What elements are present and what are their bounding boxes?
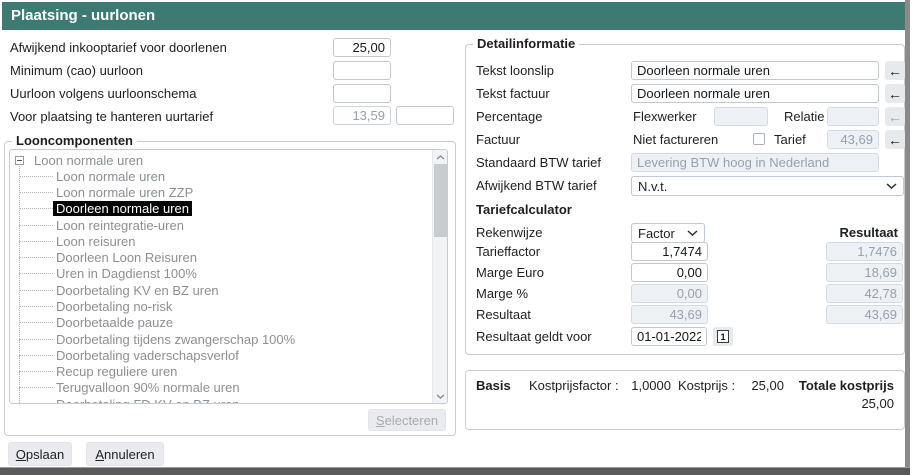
- tree-item[interactable]: Doorbetaling no-risk: [10, 298, 431, 314]
- relatie-input: [827, 107, 879, 126]
- tree-item[interactable]: Doorbetaling FD KV en BZ uren: [10, 396, 431, 404]
- minimum-cao-uurloon-label: Minimum (cao) uurloon: [10, 63, 143, 78]
- percentage-label: Percentage: [476, 109, 543, 124]
- detailinformatie-legend: Detailinformatie: [473, 36, 579, 51]
- opslaan-button[interactable]: Opslaan: [8, 442, 72, 466]
- resultaat-label: Resultaat: [476, 307, 531, 322]
- tree-item[interactable]: Doorbetaalde pauze: [10, 315, 431, 331]
- afwijkend-inkooptarief-label: Afwijkend inkooptarief voor doorlenen: [10, 40, 227, 55]
- hanteren-uurtarief-label: Voor plaatsing te hanteren uurtarief: [10, 109, 213, 124]
- kostprijs-label: Kostprijs :: [678, 378, 735, 393]
- scroll-down-icon[interactable]: [433, 389, 448, 403]
- tarieffactor-input[interactable]: [631, 242, 708, 261]
- standaard-btw-label: Standaard BTW tarief: [476, 155, 601, 170]
- kostprijsfactor-value: 1,0000: [616, 378, 671, 393]
- marge-pct-label: Marge %: [476, 286, 528, 301]
- marge-euro-result: [826, 263, 903, 282]
- marge-pct-result: [826, 284, 903, 303]
- arrow-left-icon: ←: [888, 63, 902, 79]
- totale-kostprijs-value: 25,00: [861, 396, 894, 411]
- chevron-down-icon: [886, 183, 897, 189]
- tree-item[interactable]: Doorbetaling vaderschapsverlof: [10, 347, 431, 363]
- marge-euro-input[interactable]: [631, 263, 708, 282]
- window-title-bar: Plaatsing - uurlonen: [2, 2, 905, 30]
- tree-item[interactable]: Loon normale uren: [10, 168, 431, 184]
- tree-item[interactable]: Loon reisuren: [10, 233, 431, 249]
- tree-item[interactable]: Doorbetaling tijdens zwangerschap 100%: [10, 331, 431, 347]
- resultaat-column-header: Resultaat: [826, 225, 898, 240]
- minus-expander-icon[interactable]: [15, 156, 24, 165]
- resultaat-result: [826, 305, 903, 324]
- annuleren-button[interactable]: Annuleren: [86, 442, 164, 466]
- tree-item[interactable]: Loon reintegratie-uren: [10, 217, 431, 233]
- basis-label: Basis: [476, 378, 511, 393]
- tariefcalculator-heading: Tariefcalculator: [476, 202, 572, 217]
- scrollbar-thumb[interactable]: [434, 164, 447, 237]
- afwijkend-btw-select[interactable]: N.v.t.: [631, 176, 904, 196]
- detailinformatie-groupbox: Detailinformatie Tekst loonslip ← Tekst …: [465, 44, 905, 355]
- resultaat-input: [631, 305, 708, 324]
- scroll-up-icon[interactable]: [433, 150, 448, 164]
- tree-item[interactable]: Terugvalloon 90% normale uren: [10, 380, 431, 396]
- copy-left-arrow-button-percentage: ←: [885, 107, 905, 126]
- rekenwijze-label: Rekenwijze: [476, 225, 542, 240]
- window-frame-right: [905, 0, 910, 467]
- marge-euro-label: Marge Euro: [476, 265, 544, 280]
- totale-kostprijs-label: Totale kostprijs: [799, 378, 894, 393]
- tarief-input: [827, 130, 879, 149]
- arrow-left-icon: ←: [888, 109, 902, 125]
- tarief-label: Tarief: [774, 132, 806, 147]
- tree-item[interactable]: Doorleen Loon Reisuren: [10, 250, 431, 266]
- tarieffactor-result: [826, 242, 903, 261]
- flexwerker-input: [714, 107, 768, 126]
- tekst-factuur-input[interactable]: [631, 84, 879, 103]
- copy-left-arrow-button-loonslip[interactable]: ←: [885, 61, 905, 80]
- kostprijs-value: 25,00: [736, 378, 784, 393]
- tree-item[interactable]: Recup reguliere uren: [10, 363, 431, 379]
- arrow-left-icon: ←: [888, 86, 902, 102]
- looncomponenten-listbox[interactable]: Loon normale uren Loon normale uren Loon…: [9, 149, 448, 404]
- standaard-btw-input: [631, 153, 879, 172]
- tarieffactor-label: Tarieffactor: [476, 244, 540, 259]
- looncomponenten-legend: Looncomponenten: [12, 133, 137, 148]
- marge-pct-input: [631, 284, 708, 303]
- hanteren-uurtarief-override-input[interactable]: [396, 106, 454, 125]
- kostprijs-summary-box: Basis Kostprijsfactor : 1,0000 Kostprijs…: [465, 370, 905, 430]
- looncomponenten-tree: Loon normale uren Loon normale uren Loon…: [10, 152, 431, 404]
- calendar-button[interactable]: 1: [713, 327, 733, 346]
- tree-item[interactable]: Loon normale uren ZZP: [10, 185, 431, 201]
- rekenwijze-select[interactable]: Factor: [631, 223, 705, 243]
- tekst-loonslip-label: Tekst loonslip: [476, 63, 554, 78]
- hanteren-uurtarief-input: [333, 106, 391, 125]
- uurloon-uurloonschema-label: Uurloon volgens uurloonschema: [10, 86, 196, 101]
- tree-item-selected[interactable]: Doorleen normale uren: [10, 201, 431, 217]
- kostprijsfactor-label: Kostprijsfactor :: [529, 378, 619, 393]
- afwijkend-inkooptarief-input[interactable]: [333, 38, 391, 57]
- factuur-label: Factuur: [476, 132, 520, 147]
- tekst-loonslip-input[interactable]: [631, 61, 879, 80]
- copy-left-arrow-button-factuur[interactable]: ←: [885, 84, 905, 103]
- relatie-label: Relatie: [784, 109, 824, 124]
- tree-scrollbar[interactable]: [432, 150, 447, 403]
- tekst-factuur-label: Tekst factuur: [476, 86, 550, 101]
- window-frame-bottom: [0, 467, 910, 475]
- arrow-left-icon: ←: [888, 132, 902, 148]
- chevron-down-icon: [687, 230, 698, 236]
- selecteren-button[interactable]: Selecteren: [368, 409, 446, 431]
- window-title: Plaatsing - uurlonen: [11, 7, 155, 24]
- copy-left-arrow-button-tarief[interactable]: ←: [885, 130, 905, 149]
- tree-item-root[interactable]: Loon normale uren: [10, 152, 431, 168]
- niet-factureren-checkbox[interactable]: [753, 133, 765, 145]
- minimum-cao-uurloon-input[interactable]: [333, 61, 391, 80]
- resultaat-geldt-voor-date-input[interactable]: [631, 327, 707, 346]
- tree-item[interactable]: Doorbetaling KV en BZ uren: [10, 282, 431, 298]
- calendar-icon: 1: [717, 330, 729, 343]
- niet-factureren-label: Niet factureren: [633, 132, 718, 147]
- flexwerker-label: Flexwerker: [633, 109, 697, 124]
- uurloon-uurloonschema-input[interactable]: [333, 84, 391, 103]
- resultaat-geldt-voor-label: Resultaat geldt voor: [476, 329, 592, 344]
- tree-item[interactable]: Uren in Dagdienst 100%: [10, 266, 431, 282]
- afwijkend-btw-label: Afwijkend BTW tarief: [476, 178, 597, 193]
